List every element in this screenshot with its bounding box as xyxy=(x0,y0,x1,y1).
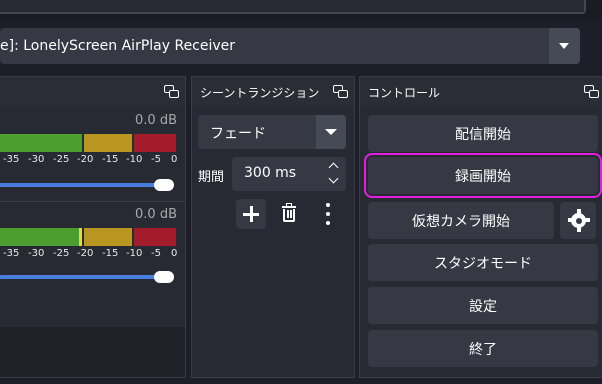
volume-meter xyxy=(0,134,176,152)
audio-mixer-body: 0.0 dB -35 -30 -25 -20 -15 -10 -5 0 0.0 … xyxy=(0,107,185,377)
volume-slider-handle[interactable] xyxy=(154,271,174,283)
float-icon[interactable] xyxy=(584,85,600,99)
spin-down-icon[interactable] xyxy=(328,173,340,187)
scene-transitions-dock: シーントランジション フェード 期間 300 ms xyxy=(191,76,355,378)
start-streaming-button[interactable]: 配信開始 xyxy=(368,115,598,152)
studio-mode-button[interactable]: スタジオモード xyxy=(368,244,598,281)
controls-dock: コントロール 配信開始 録画開始 仮想カメラ開始 スタジオモード 設定 終了 xyxy=(359,76,602,378)
channel-level-label: 0.0 dB xyxy=(135,113,177,128)
trash-icon[interactable] xyxy=(276,199,304,229)
top-panel-edge xyxy=(0,0,602,20)
transition-select-value: フェード xyxy=(210,126,266,142)
meter-scale: -35 -30 -25 -20 -15 -10 -5 0 xyxy=(3,154,178,165)
audio-mixer-dock: 0.0 dB -35 -30 -25 -20 -15 -10 -5 0 0.0 … xyxy=(0,76,186,378)
volume-meter xyxy=(0,228,176,246)
settings-button[interactable]: 設定 xyxy=(368,287,598,324)
volume-slider[interactable] xyxy=(0,275,159,279)
controls-header: コントロール xyxy=(360,77,602,107)
volume-slider-handle[interactable] xyxy=(154,179,174,191)
scene-list-edge xyxy=(0,0,586,14)
start-recording-button[interactable]: 録画開始 xyxy=(364,153,602,198)
exit-button[interactable]: 終了 xyxy=(368,330,598,367)
source-select[interactable]: e]: LonelyScreen AirPlay Receiver xyxy=(0,28,580,64)
channel-level-label: 0.0 dB xyxy=(135,207,177,222)
dock-title: シーントランジション xyxy=(200,86,320,100)
start-virtual-camera-button[interactable]: 仮想カメラ開始 xyxy=(368,202,554,239)
duration-label: 期間 xyxy=(198,170,225,185)
float-icon[interactable] xyxy=(164,85,180,99)
more-vertical-icon[interactable] xyxy=(322,199,334,229)
volume-slider[interactable] xyxy=(0,183,159,187)
plus-icon[interactable] xyxy=(236,199,266,229)
float-icon[interactable] xyxy=(333,85,349,99)
dock-title: コントロール xyxy=(368,86,441,100)
chevron-down-icon[interactable] xyxy=(316,115,346,149)
duration-spinbox[interactable]: 300 ms xyxy=(232,157,346,191)
spin-up-icon[interactable] xyxy=(328,161,340,173)
chevron-down-icon[interactable] xyxy=(549,28,580,64)
mixer-empty-area xyxy=(0,327,185,377)
duration-value: 300 ms xyxy=(244,165,297,181)
audio-mixer-header xyxy=(0,77,185,107)
source-select-value: e]: LonelyScreen AirPlay Receiver xyxy=(0,38,236,54)
virtual-camera-settings-button[interactable] xyxy=(560,202,596,239)
meter-scale: -35 -30 -25 -20 -15 -10 -5 0 xyxy=(3,248,178,259)
scene-transitions-header: シーントランジション xyxy=(192,77,354,107)
transition-select[interactable]: フェード xyxy=(198,115,346,149)
